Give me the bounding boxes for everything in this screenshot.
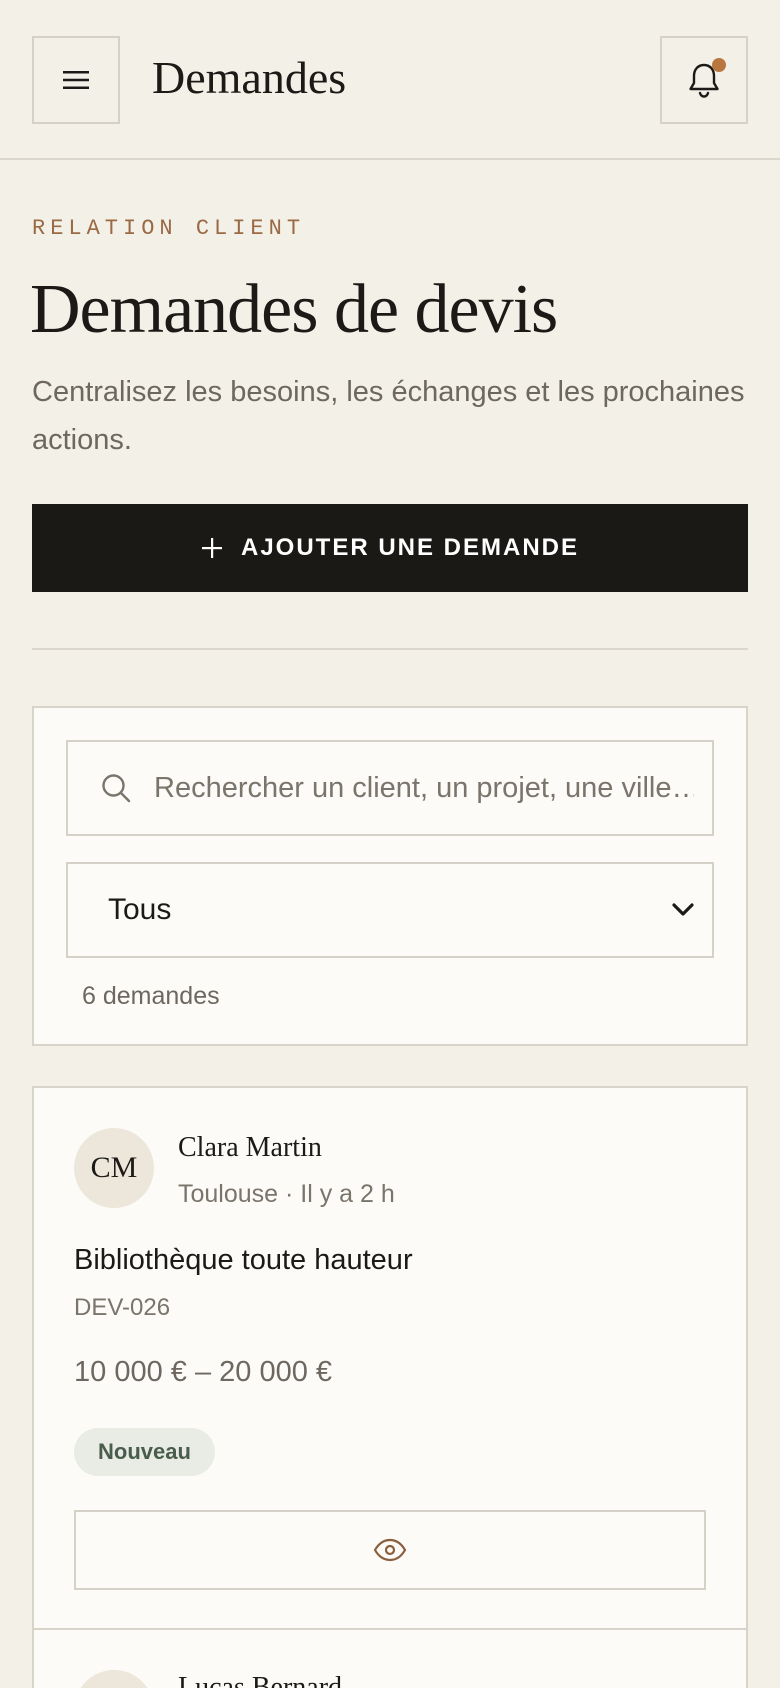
page-title: Demandes de devis (30, 271, 558, 348)
avatar: CM (74, 1128, 154, 1208)
notification-dot (712, 58, 726, 72)
client-name: Lucas Bernard (178, 1672, 343, 1688)
client-meta: Toulouse · Il y a 2 h (178, 1180, 395, 1208)
eye-icon (373, 1538, 407, 1562)
project-reference: DEV-026 (74, 1294, 171, 1321)
notifications-button[interactable] (660, 36, 748, 124)
client-name: Clara Martin (178, 1132, 322, 1163)
project-title: Bibliothèque toute hauteur (74, 1244, 413, 1276)
chevron-down-icon (672, 903, 694, 916)
app-title: Demandes (152, 52, 347, 103)
menu-button[interactable] (32, 36, 120, 124)
request-card: CM Clara Martin Toulouse · Il y a 2 h Bi… (32, 1086, 748, 1630)
status-select-value: Tous (108, 893, 172, 926)
search-icon (100, 772, 132, 804)
request-count: 6 demandes (82, 982, 220, 1010)
view-request-button[interactable] (74, 1510, 706, 1590)
request-card: Lucas Bernard (32, 1628, 748, 1688)
avatar (74, 1670, 154, 1688)
status-select[interactable]: Tous (66, 862, 714, 958)
page-description: Centralisez les besoins, les échanges et… (32, 376, 745, 456)
status-badge: Nouveau (74, 1428, 215, 1476)
section-divider (32, 648, 748, 650)
plus-icon (201, 538, 222, 558)
section-eyebrow: RELATION CLIENT (32, 216, 306, 241)
search-input[interactable] (154, 771, 694, 805)
budget-range: 10 000 € – 20 000 € (74, 1356, 333, 1388)
filter-card: Tous 6 demandes (32, 706, 748, 1046)
top-bar: Demandes (0, 0, 780, 160)
add-request-label: AJOUTER UNE DEMANDE (240, 534, 580, 561)
search-field[interactable] (66, 740, 714, 836)
add-request-button[interactable]: AJOUTER UNE DEMANDE (32, 504, 748, 592)
hamburger-icon (63, 71, 89, 89)
